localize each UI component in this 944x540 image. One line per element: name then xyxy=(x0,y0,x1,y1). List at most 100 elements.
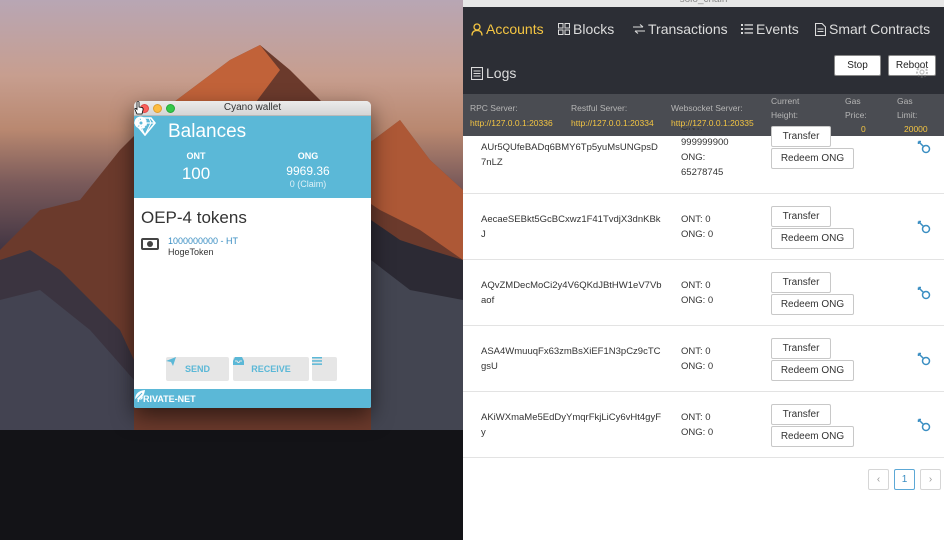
account-ong: ONG: xyxy=(681,152,706,163)
tab-blocks[interactable]: Blocks xyxy=(558,21,614,37)
gas-limit-label: Gas xyxy=(897,96,913,106)
token-name: HogeToken xyxy=(168,247,214,257)
account-balances: ONT: 0 ONG: 0 xyxy=(681,344,713,374)
account-balances: ONT: 0 ONG: 0 xyxy=(681,212,713,242)
key-icon[interactable] xyxy=(917,140,931,154)
transfer-button[interactable]: Transfer xyxy=(771,126,831,147)
user-outline-icon xyxy=(471,22,483,36)
send-button[interactable]: SEND xyxy=(166,357,229,381)
transfer-button[interactable]: Transfer xyxy=(771,404,831,425)
ong-claim-link[interactable]: 0 (Claim) xyxy=(258,179,358,189)
stop-button[interactable]: Stop xyxy=(834,55,881,76)
gas-limit-label-2: Limit: xyxy=(897,110,918,120)
account-balances: ONT: 0 ONG: 0 xyxy=(681,410,713,440)
balances-title: Balances xyxy=(168,121,247,142)
wallet-title: Cyano wallet xyxy=(223,102,282,113)
hand-cursor-icon xyxy=(134,101,144,115)
main-nav: Accounts Blocks Transactions Events Smar… xyxy=(463,7,944,94)
solo-title: solo_chain xyxy=(463,0,944,5)
transfer-button[interactable]: Transfer xyxy=(771,338,831,359)
tab-logs[interactable]: Logs xyxy=(471,65,516,81)
account-ont-value: 999999900 xyxy=(681,137,729,148)
exchange-icon xyxy=(633,24,645,34)
account-ong: ONG: 0 xyxy=(681,229,714,240)
current-height-label-2: Height: xyxy=(771,110,798,120)
banknote-icon xyxy=(141,238,159,250)
inbox-icon xyxy=(233,357,244,365)
pagination-next[interactable]: › xyxy=(920,469,941,490)
gas-price-label: Gas xyxy=(845,96,861,106)
account-ong: ONG: 0 xyxy=(681,295,714,306)
solo-titlebar: solo_chain xyxy=(463,0,944,7)
account-ont: ONT: 0 xyxy=(681,214,711,225)
table-row: AQvZMDecMoCi2y4V6QKdJBtHW1eV7Vbaof ONT: … xyxy=(463,260,944,326)
tab-blocks-label: Blocks xyxy=(573,21,615,37)
tab-transactions[interactable]: Transactions xyxy=(633,21,728,37)
solo-chain-window: solo_chain Accounts Blocks Transactions … xyxy=(463,0,944,540)
tab-events[interactable]: Events xyxy=(741,21,799,37)
transfer-button[interactable]: Transfer xyxy=(771,272,831,293)
account-ong: ONG: 0 xyxy=(681,361,714,372)
gas-price-label-2: Price: xyxy=(845,110,867,120)
websocket-server-label: Websocket Server: xyxy=(671,103,743,113)
account-ong: ONG: 0 xyxy=(681,427,714,438)
table-row: AKiWXmaMe5EdDyYmqrFkjLiCy6vHt4gyFy ONT: … xyxy=(463,392,944,458)
transfer-button[interactable]: Transfer xyxy=(771,206,831,227)
account-ont: ONT: 0 xyxy=(681,280,711,291)
account-address: AKiWXmaMe5EdDyYmqrFkjLiCy6vHt4gyFy xyxy=(481,412,662,438)
send-label: SEND xyxy=(184,364,210,374)
pagination-prev[interactable]: ‹ xyxy=(868,469,889,490)
network-footer: PRIVATE-NET xyxy=(134,389,371,408)
tab-transactions-label: Transactions xyxy=(648,21,728,37)
leaf-icon[interactable] xyxy=(134,389,146,401)
account-balances: ONT: 999999900 ONG: 65278745 xyxy=(681,128,729,180)
pagination-page[interactable]: 1 xyxy=(894,469,915,490)
current-height-label: Current xyxy=(771,96,800,106)
account-balances: ONT: 0 ONG: 0 xyxy=(681,278,713,308)
ont-balance: ONT 100 xyxy=(146,151,246,184)
tab-smart-contracts-label: Smart Contracts xyxy=(829,21,931,37)
redeem-ong-button[interactable]: Redeem ONG xyxy=(771,426,854,447)
document-icon xyxy=(815,22,826,36)
oep4-title: OEP-4 tokens xyxy=(141,208,247,227)
paper-plane-icon xyxy=(166,357,176,366)
ong-label: ONG xyxy=(297,151,319,161)
account-address: AUr5QUfeBADq6BMY6Tp5yuMsUNGpsD7nLZ xyxy=(481,142,658,168)
ont-label: ONT xyxy=(186,151,206,161)
wallet-titlebar: Cyano wallet xyxy=(134,101,371,116)
tab-smart-contracts[interactable]: Smart Contracts xyxy=(815,21,930,37)
receive-button[interactable]: RECEIVE xyxy=(233,357,309,381)
gear-icon[interactable] xyxy=(134,116,148,130)
settings-gear-icon[interactable] xyxy=(915,65,929,79)
ong-balance: ONG 9969.36 0 (Claim) xyxy=(258,151,358,189)
account-ont: ONT: 0 xyxy=(681,346,711,357)
account-address: AQvZMDecMoCi2y4V6QKdJBtHW1eV7Vbaof xyxy=(481,280,662,306)
tab-accounts-label: Accounts xyxy=(486,21,544,37)
redeem-ong-button[interactable]: Redeem ONG xyxy=(771,228,854,249)
websocket-server-value: http://127.0.0.1:20335 xyxy=(671,118,754,128)
list-icon xyxy=(741,24,753,34)
account-ong-value: 65278745 xyxy=(681,167,724,178)
ont-value: 100 xyxy=(181,164,211,183)
key-icon[interactable] xyxy=(917,286,931,300)
redeem-ong-button[interactable]: Redeem ONG xyxy=(771,294,854,315)
key-icon[interactable] xyxy=(917,352,931,366)
hamburger-icon xyxy=(312,357,322,365)
key-icon[interactable] xyxy=(917,220,931,234)
ong-value: 9969.36 xyxy=(286,164,330,178)
account-address: AecaeSEBkt5GcBCxwz1F41TvdjX3dnKBkJ xyxy=(481,214,661,240)
redeem-ong-button[interactable]: Redeem ONG xyxy=(771,148,854,169)
grid-icon xyxy=(558,23,570,35)
desktop-wallpaper: Cyano wallet Balances ONT 100 ONG 9969.3… xyxy=(0,0,463,540)
receive-label: RECEIVE xyxy=(251,364,291,374)
table-row: AecaeSEBkt5GcBCxwz1F41TvdjX3dnKBkJ ONT: … xyxy=(463,194,944,260)
restful-server-value: http://127.0.0.1:20334 xyxy=(571,118,654,128)
table-row: AUr5QUfeBADq6BMY6Tp5yuMsUNGpsD7nLZ ONT: … xyxy=(463,126,944,194)
redeem-ong-button[interactable]: Redeem ONG xyxy=(771,360,854,381)
key-icon[interactable] xyxy=(917,418,931,432)
table-row: ASA4WmuuqFx63zmBsXiEF1N3pCz9cTCgsU ONT: … xyxy=(463,326,944,392)
tab-logs-label: Logs xyxy=(486,65,517,81)
account-ont: ONT: 0 xyxy=(681,412,711,423)
tab-accounts[interactable]: Accounts xyxy=(471,21,544,37)
menu-button[interactable] xyxy=(312,357,337,381)
